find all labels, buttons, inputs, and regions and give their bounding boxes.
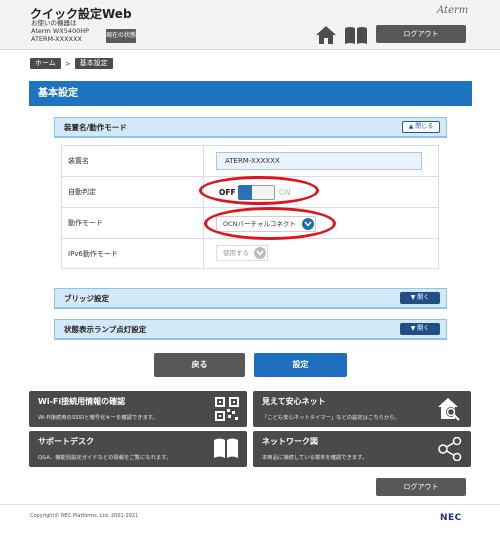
tile-mieru-title: 見えて安心ネット [262,397,326,406]
tile-wifi-desc: Wi-Fi接続用のSSIDと暗号化キーを確認できます。 [38,415,158,421]
tile-wifi-info[interactable]: Wi-Fi接続用情報の確認 Wi-Fi接続用のSSIDと暗号化キーを確認できます… [29,391,247,427]
tile-network-desc: 本商品に接続している端末を確認できます。 [262,455,368,461]
network-share-icon [437,436,463,465]
device-name-label: 装置名 [68,157,89,165]
tile-network-title: ネットワーク図 [262,437,318,446]
open-book-icon [213,437,239,463]
chevron-down-icon [254,247,266,259]
section-bridge-header[interactable]: ブリッジ設定 ▼ 開く [54,288,447,308]
qr-code-icon [215,397,239,425]
close-section-button[interactable]: ▲ 閉じる [402,121,440,133]
operation-mode-label: 動作モード [68,219,103,227]
copyright-text: Copyright© NEC Platforms, Ltd. 2001-2021 [30,513,139,519]
tile-network-map[interactable]: ネットワーク図 本商品に接続している端末を確認できます。 [253,431,471,467]
table-border [438,145,439,269]
device-model: Aterm WX5400HP [31,27,90,35]
open-lamp-label: 開く [417,325,430,332]
tile-support-desc: Q&A、機能別設定ガイドなどの情報をご覧になれます。 [38,455,172,461]
back-button[interactable]: 戻る [154,353,245,377]
home-icon[interactable] [315,25,337,49]
submit-button[interactable]: 設定 [254,353,347,377]
book-icon[interactable] [344,25,368,49]
breadcrumb-current: 基本設定 [74,58,113,69]
tile-wifi-title: Wi-Fi接続用情報の確認 [38,397,126,406]
open-bridge-button[interactable]: ▼ 開く [400,292,440,304]
open-bridge-label: 開く [417,294,430,301]
logout-button[interactable]: ログアウト [376,25,466,43]
close-section-label: 閉じる [415,123,434,130]
breadcrumb-separator: > [64,59,71,68]
row-divider [203,239,204,270]
device-name-input[interactable]: ATERM-XXXXXX [216,152,422,170]
tile-mieru-desc: 「こども安心ネットタイマー」などの設定はこちらから。 [262,415,400,421]
table-border [61,145,62,269]
open-lamp-button[interactable]: ▼ 開く [400,323,440,335]
device-name: ATERM-XXXXXX [31,35,82,43]
section-device-header[interactable]: 装置名/動作モード ▲ 閉じる [54,117,447,137]
highlight-oval [204,207,336,240]
auto-detect-label: 自動判定 [68,188,96,196]
chevron-up-icon: ▲ [408,123,414,130]
aterm-logo: Aterm [437,5,469,16]
section-bridge-title: ブリッジ設定 [64,294,109,303]
section-device-title: 装置名/動作モード [64,123,127,132]
table-border [61,268,439,269]
footer-divider [0,504,500,505]
nec-logo: NEC [440,513,462,523]
tile-mieru-anshin[interactable]: 見えて安心ネット 「こども安心ネットタイマー」などの設定はこちらから。 [253,391,471,427]
breadcrumb-home[interactable]: ホーム [30,58,61,69]
tile-support-desk[interactable]: サポートデスク Q&A、機能別設定ガイドなどの情報をご覧になれます。 [29,431,247,467]
current-status-button[interactable]: 現在の状態 [106,29,136,43]
chevron-down-icon: ▼ [410,325,416,332]
highlight-oval [199,176,319,205]
tile-support-title: サポートデスク [38,437,94,446]
page-title: 基本設定 [29,81,472,106]
footer-logout-button[interactable]: ログアウト [376,478,466,496]
header-bar: クイック設定Web お使いの機器は Aterm WX5400HP ATERM-X… [0,0,500,50]
ipv6-mode-value: 使用する [223,249,249,257]
row-divider [203,146,204,177]
house-search-icon [437,397,463,425]
section-lamp-title: 状態表示ランプ点灯設定 [64,325,147,334]
ipv6-mode-label: IPv6動作モード [68,250,118,258]
section-lamp-header[interactable]: 状態表示ランプ点灯設定 ▼ 開く [54,319,447,339]
chevron-down-icon: ▼ [410,294,416,301]
device-label: お使いの機器は [31,19,77,27]
breadcrumb: ホーム > 基本設定 [30,58,113,69]
